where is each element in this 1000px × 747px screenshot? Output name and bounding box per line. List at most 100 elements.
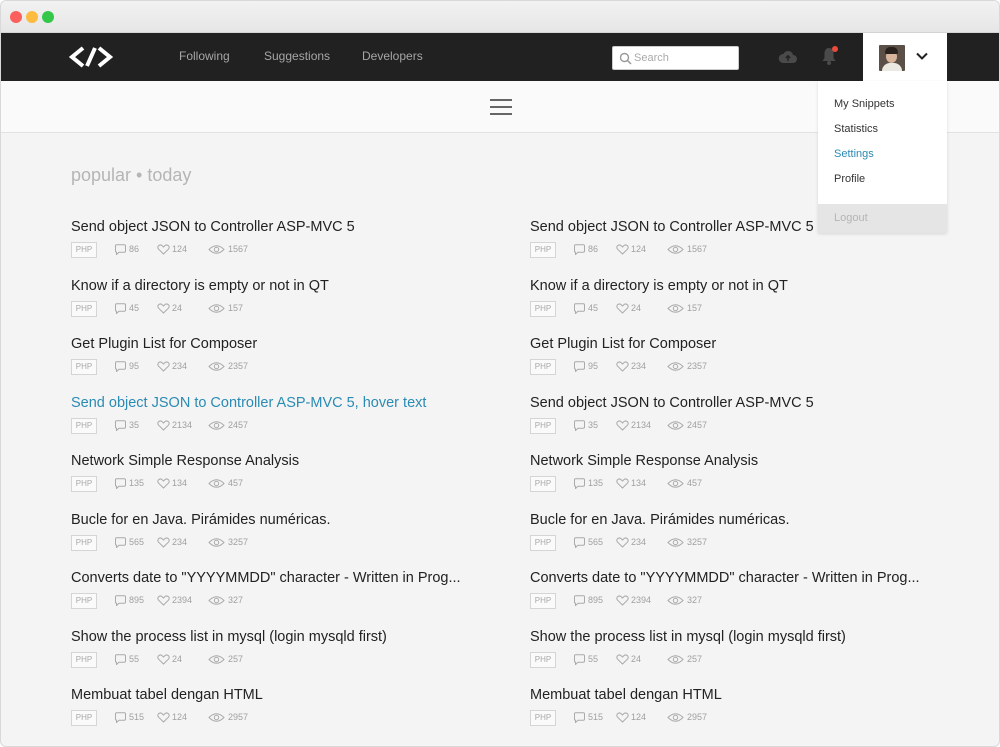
view-count: 457 bbox=[687, 478, 703, 488]
view-count: 1567 bbox=[687, 244, 708, 254]
window-titlebar bbox=[1, 1, 999, 33]
snippet-item[interactable]: Get Plugin List for Composer PHP 95 234 2357 bbox=[71, 336, 491, 386]
comment-count: 35 bbox=[129, 419, 140, 430]
snippet-title[interactable]: Show the process list in mysql (login my… bbox=[530, 629, 950, 645]
view-count: 3257 bbox=[228, 536, 249, 547]
like-count: 2134 bbox=[172, 419, 193, 430]
like-count: 234 bbox=[172, 361, 188, 371]
snippet-item[interactable]: Bucle for en Java. Pirámides numéricas. P… bbox=[71, 512, 491, 562]
snippet-item[interactable]: Show the process list in mysql (login my… bbox=[71, 629, 491, 679]
brand-logo-icon[interactable] bbox=[69, 45, 113, 69]
like-count: 234 bbox=[172, 536, 188, 547]
snippet-item[interactable]: Know if a directory is empty or not in Q… bbox=[530, 278, 950, 328]
maximize-window-button[interactable] bbox=[42, 11, 54, 23]
language-badge[interactable]: PHP bbox=[71, 651, 97, 668]
snippet-title[interactable]: Bucle for en Java. Pirámides numéricas. bbox=[71, 512, 491, 528]
eye-icon bbox=[667, 245, 684, 254]
like-count: 24 bbox=[172, 302, 183, 313]
snippet-title[interactable]: Membuat tabel dengan HTML bbox=[71, 687, 491, 703]
language-badge[interactable]: PHP bbox=[530, 359, 556, 375]
snippet-item[interactable]: Send object JSON to Controller ASP-MVC 5… bbox=[530, 395, 950, 445]
heart-icon bbox=[616, 712, 629, 723]
like-count: 124 bbox=[631, 712, 647, 722]
comment-icon bbox=[574, 595, 585, 606]
snippet-title[interactable]: Converts date to "YYYYMMDD" character - … bbox=[71, 570, 491, 586]
menu-item-profile[interactable]: Profile bbox=[834, 173, 865, 185]
language-badge[interactable]: PHP bbox=[71, 710, 97, 726]
snippet-meta: PHP 95 234 2357 bbox=[530, 359, 950, 377]
hamburger-menu-icon[interactable] bbox=[490, 99, 512, 115]
close-window-button[interactable] bbox=[10, 11, 22, 23]
language-badge[interactable]: PHP bbox=[530, 710, 556, 726]
language-badge[interactable]: PHP bbox=[71, 300, 97, 317]
cloud-upload-icon[interactable] bbox=[778, 50, 798, 64]
user-dropdown-menu: My Snippets Statistics Settings Profile … bbox=[818, 81, 947, 233]
language-badge[interactable]: PHP bbox=[530, 242, 556, 258]
heart-icon bbox=[616, 653, 629, 665]
snippet-title[interactable]: Network Simple Response Analysis bbox=[71, 453, 491, 469]
language-badge[interactable]: PHP bbox=[71, 417, 97, 434]
user-menu-toggle[interactable] bbox=[863, 33, 947, 81]
snippet-title[interactable]: Send object JSON to Controller ASP-MVC 5… bbox=[71, 395, 491, 411]
snippet-item[interactable]: Send object JSON to Controller ASP-MVC 5… bbox=[71, 395, 491, 445]
language-badge[interactable]: PHP bbox=[530, 593, 556, 609]
snippet-title[interactable]: Get Plugin List for Composer bbox=[530, 336, 950, 352]
snippet-title[interactable]: Bucle for en Java. Pirámides numéricas. bbox=[530, 512, 950, 528]
menu-item-statistics[interactable]: Statistics bbox=[834, 123, 878, 135]
language-badge[interactable]: PHP bbox=[530, 417, 556, 434]
minimize-window-button[interactable] bbox=[26, 11, 38, 23]
snippet-item[interactable]: Send object JSON to Controller ASP-MVC 5… bbox=[71, 219, 491, 269]
view-count: 3257 bbox=[687, 536, 708, 547]
snippet-item[interactable]: Membuat tabel dengan HTML PHP 515 124 2957 bbox=[71, 687, 491, 737]
heart-icon bbox=[157, 595, 170, 606]
snippet-title[interactable]: Send object JSON to Controller ASP-MVC 5 bbox=[530, 395, 950, 411]
menu-item-settings[interactable]: Settings bbox=[834, 148, 874, 160]
snippet-meta: PHP 95 234 2357 bbox=[71, 359, 491, 377]
view-count: 2957 bbox=[687, 712, 708, 722]
heart-icon bbox=[157, 536, 170, 548]
search-box[interactable] bbox=[612, 46, 739, 70]
language-badge[interactable]: PHP bbox=[71, 476, 97, 492]
language-badge[interactable]: PHP bbox=[530, 534, 556, 551]
snippet-item[interactable]: Get Plugin List for Composer PHP 95 234 2357 bbox=[530, 336, 950, 386]
like-count: 2394 bbox=[631, 595, 652, 605]
like-count: 124 bbox=[172, 712, 188, 722]
snippet-item[interactable]: Know if a directory is empty or not in Q… bbox=[71, 278, 491, 328]
language-badge[interactable]: PHP bbox=[71, 593, 97, 609]
snippet-item[interactable]: Send object JSON to Controller ASP-MVC 5… bbox=[530, 219, 950, 269]
language-badge[interactable]: PHP bbox=[530, 300, 556, 317]
language-badge[interactable]: PHP bbox=[71, 534, 97, 551]
snippet-title[interactable]: Get Plugin List for Composer bbox=[71, 336, 491, 352]
top-navigation-bar: Following Suggestions Developers bbox=[1, 33, 999, 81]
snippet-title[interactable]: Know if a directory is empty or not in Q… bbox=[530, 278, 950, 294]
snippet-title[interactable]: Send object JSON to Controller ASP-MVC 5 bbox=[71, 219, 491, 235]
nav-link-following[interactable]: Following bbox=[179, 49, 230, 63]
snippet-title[interactable]: Show the process list in mysql (login my… bbox=[71, 629, 491, 645]
snippet-item[interactable]: Bucle for en Java. Pirámides numéricas. P… bbox=[530, 512, 950, 562]
snippet-item[interactable]: Converts date to "YYYYMMDD" character - … bbox=[530, 570, 950, 620]
snippet-title[interactable]: Network Simple Response Analysis bbox=[530, 453, 950, 469]
language-badge[interactable]: PHP bbox=[71, 242, 97, 258]
language-badge[interactable]: PHP bbox=[530, 476, 556, 492]
eye-icon bbox=[208, 303, 225, 313]
language-badge[interactable]: PHP bbox=[530, 651, 556, 668]
snippet-title[interactable]: Send object JSON to Controller ASP-MVC 5 bbox=[530, 219, 950, 235]
snippet-item[interactable]: Converts date to "YYYYMMDD" character - … bbox=[71, 570, 491, 620]
nav-link-suggestions[interactable]: Suggestions bbox=[264, 49, 330, 63]
snippet-title[interactable]: Know if a directory is empty or not in Q… bbox=[71, 278, 491, 294]
search-input[interactable] bbox=[634, 50, 734, 66]
nav-link-developers[interactable]: Developers bbox=[362, 49, 423, 63]
chevron-down-icon bbox=[916, 52, 928, 60]
snippet-title[interactable]: Converts date to "YYYYMMDD" character - … bbox=[530, 570, 950, 586]
snippet-item[interactable]: Membuat tabel dengan HTML PHP 515 124 2957 bbox=[530, 687, 950, 737]
view-count: 257 bbox=[228, 653, 244, 664]
snippet-item[interactable]: Show the process list in mysql (login my… bbox=[530, 629, 950, 679]
eye-icon bbox=[667, 303, 684, 313]
snippet-item[interactable]: Network Simple Response Analysis PHP 135 13… bbox=[530, 453, 950, 503]
snippet-title[interactable]: Membuat tabel dengan HTML bbox=[530, 687, 950, 703]
menu-item-my-snippets[interactable]: My Snippets bbox=[834, 98, 895, 110]
comment-count: 86 bbox=[129, 244, 140, 254]
comment-count: 35 bbox=[588, 419, 599, 430]
language-badge[interactable]: PHP bbox=[71, 359, 97, 375]
snippet-item[interactable]: Network Simple Response Analysis PHP 135 13… bbox=[71, 453, 491, 503]
